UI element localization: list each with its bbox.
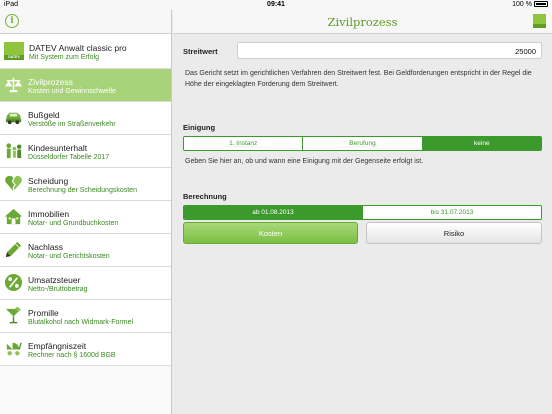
sidebar-item-scheidung[interactable]: Scheidung Berechnung der Scheidungskoste…: [0, 168, 171, 201]
status-bar: iPad 09:41 100 %: [0, 0, 552, 10]
battery-status: 100 %: [512, 1, 548, 8]
sidebar-item-subtitle: Blutalkohol nach Widmark-Formel: [28, 319, 134, 326]
sidebar-item-title: Immobilien: [28, 209, 70, 219]
datev-logo: DATEV: [4, 42, 24, 60]
sidebar-item-bussgeld[interactable]: Bußgeld Verstöße im Straßenverkehr: [0, 102, 171, 135]
sidebar-item-subtitle: Notar- und Gerichtskosten: [28, 253, 110, 260]
streitwert-description: Das Gericht setzt im gerichtlichen Verfa…: [185, 70, 532, 88]
sidebar-item-subtitle: Notar- und Grundbuchkosten: [28, 220, 119, 227]
risiko-button[interactable]: Risiko: [366, 222, 542, 244]
berechnung-option-bis[interactable]: bis 31.07.2013: [362, 206, 541, 219]
sidebar-item-promille[interactable]: Promille Blutalkohol nach Widmark-Formel: [0, 300, 171, 333]
main-panel: Zivilprozess Streitwert 25000 Das Gerich…: [173, 10, 552, 414]
sidebar-item-title: Zivilprozess: [28, 77, 73, 87]
sidebar-item-immobilien[interactable]: Immobilien Notar- und Grundbuchkosten: [0, 201, 171, 234]
einigung-option-1-instanz[interactable]: 1. Instanz: [184, 137, 302, 150]
sidebar-item-subtitle: Düsseldorfer Tabelle 2017: [28, 154, 110, 161]
berechnung-option-ab[interactable]: ab 01.08.2013: [184, 206, 362, 219]
sidebar-item-title: Scheidung: [28, 176, 69, 186]
family-icon: [6, 143, 22, 159]
sidebar-item-title: Nachlass: [28, 242, 63, 252]
broken-heart-icon: [5, 175, 22, 192]
einigung-option-berufung[interactable]: Berufung: [302, 137, 421, 150]
sidebar-item-nachlass[interactable]: Nachlass Notar- und Gerichtskosten: [0, 234, 171, 267]
sidebar-item-subtitle: Kosten und Gewinnschwelle: [28, 88, 116, 95]
page-title: Zivilprozess: [327, 15, 398, 29]
house-icon: [4, 208, 23, 225]
info-icon[interactable]: i: [5, 14, 19, 28]
scales-icon: [4, 77, 23, 93]
stroller-icon: [6, 342, 22, 356]
cocktail-icon: [5, 306, 22, 324]
sidebar-item-title: Promille: [28, 308, 59, 318]
sidebar-item-title: Bußgeld: [28, 110, 60, 120]
sidebar: i DATEV DATEV Anwalt classic pro Mit Sys…: [0, 10, 172, 414]
sidebar-item-umsatzsteuer[interactable]: Umsatzsteuer Netto-/Bruttobetrag: [0, 267, 171, 300]
sidebar-item-zivilprozess[interactable]: Zivilprozess Kosten und Gewinnschwelle: [0, 69, 171, 102]
sidebar-item-subtitle: Berechnung der Scheidungskosten: [28, 187, 137, 194]
sidebar-item-subtitle: Rechner nach § 1600d BGB: [28, 352, 116, 359]
einigung-label: Einigung: [183, 123, 216, 132]
einigung-option-keine[interactable]: keine: [421, 137, 541, 150]
sidebar-item-empfaengniszeit[interactable]: Empfängniszeit Rechner nach § 1600d BGB: [0, 333, 171, 366]
percent-icon: [4, 273, 23, 292]
clock: 09:41: [267, 1, 285, 8]
brand-subtitle: Mit System zum Erfolg: [29, 54, 100, 61]
einigung-segmented-control: 1. Instanz Berufung keine: [183, 136, 542, 151]
sidebar-toolbar: i: [0, 10, 171, 34]
berechnung-segmented-control: ab 01.08.2013 bis 31.07.2013: [183, 205, 542, 220]
berechnung-label: Berechnung: [183, 192, 227, 201]
einigung-description: Geben Sie hier an, ob und wann eine Eini…: [185, 158, 424, 165]
car-icon: [5, 112, 22, 125]
datev-logo-small: [533, 14, 546, 28]
sidebar-item-kindesunterhalt[interactable]: Kindesunterhalt Düsseldorfer Tabelle 201…: [0, 135, 171, 168]
brand-header: DATEV DATEV Anwalt classic pro Mit Syste…: [0, 34, 171, 69]
streitwert-label: Streitwert: [183, 47, 218, 56]
sidebar-item-subtitle: Verstöße im Straßenverkehr: [28, 121, 116, 128]
brand-title: DATEV Anwalt classic pro: [29, 43, 127, 53]
kosten-button[interactable]: Kosten: [183, 222, 358, 244]
sidebar-item-title: Umsatzsteuer: [28, 275, 81, 285]
sidebar-item-title: Empfängniszeit: [28, 341, 87, 351]
pen-icon: [5, 241, 22, 258]
streitwert-input[interactable]: 25000: [237, 42, 542, 59]
sidebar-item-title: Kindesunterhalt: [28, 143, 88, 153]
navigation-bar: Zivilprozess: [173, 10, 552, 34]
battery-icon: [534, 1, 548, 7]
sidebar-item-subtitle: Netto-/Bruttobetrag: [28, 286, 88, 293]
